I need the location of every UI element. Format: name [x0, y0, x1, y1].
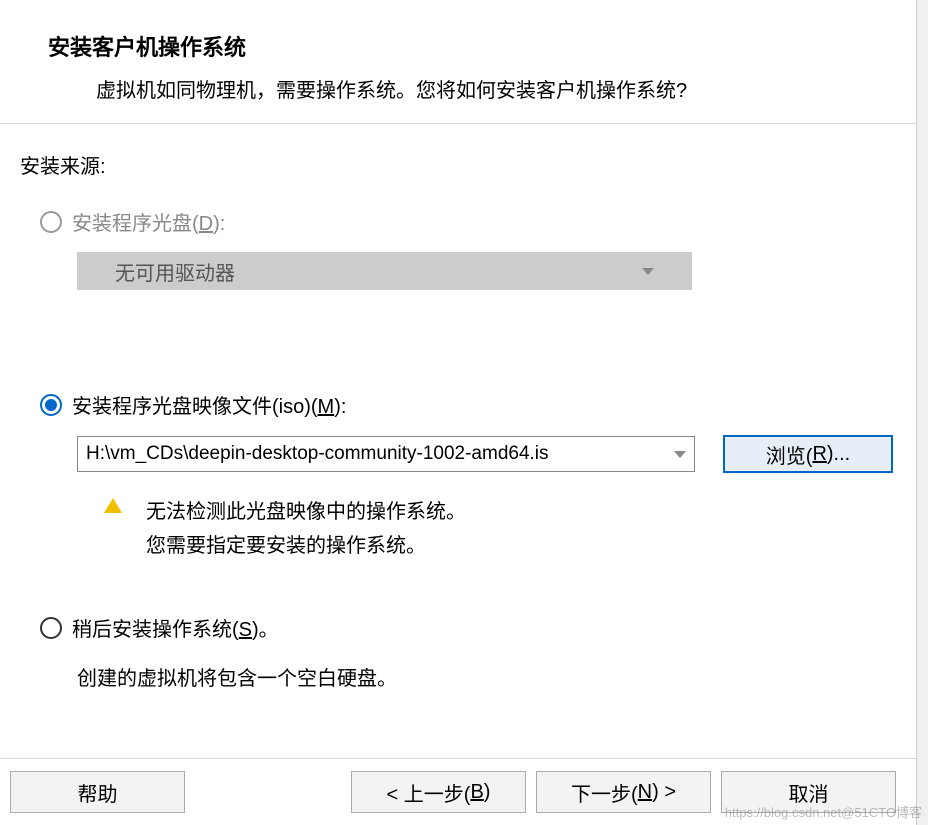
new-vm-wizard-dialog: 安装客户机操作系统 虚拟机如同物理机，需要操作系统。您将如何安装客户机操作系统?… [0, 0, 916, 825]
dialog-content: 安装来源: 安装程序光盘(D): 无可用驱动器 安装 [0, 124, 916, 691]
watermark: https://blog.csdn.net@51CTO博客 [725, 802, 922, 821]
header-description: 虚拟机如同物理机，需要操作系统。您将如何安装客户机操作系统? [96, 74, 868, 103]
radio-disc[interactable] [40, 211, 62, 233]
radio-later[interactable] [40, 617, 62, 639]
install-later-desc: 创建的虚拟机将包含一个空白硬盘。 [77, 662, 896, 691]
iso-warning-text: 无法检测此光盘映像中的操作系统。 您需要指定要安装的操作系统。 [146, 495, 466, 563]
install-source-label: 安装来源: [20, 150, 896, 179]
warning-icon [104, 498, 122, 513]
radio-row-later[interactable]: 稍后安装操作系统(S)。 [40, 613, 896, 642]
right-edge-scrollbar [916, 0, 928, 825]
radio-disc-label: 安装程序光盘(D): [72, 207, 225, 236]
dialog-header: 安装客户机操作系统 虚拟机如同物理机，需要操作系统。您将如何安装客户机操作系统? [0, 0, 916, 124]
option-iso-file: 安装程序光盘映像文件(iso)(M): H:\vm_CDs\deepin-des… [40, 390, 896, 563]
next-button[interactable]: 下一步(N) > [536, 771, 711, 813]
iso-warning: 无法检测此光盘映像中的操作系统。 您需要指定要安装的操作系统。 [104, 495, 896, 563]
browse-button[interactable]: 浏览(R)... [723, 435, 893, 473]
drive-select: 无可用驱动器 [77, 252, 692, 290]
radio-row-iso[interactable]: 安装程序光盘映像文件(iso)(M): [40, 390, 896, 419]
option-install-later: 稍后安装操作系统(S)。 创建的虚拟机将包含一个空白硬盘。 [40, 613, 896, 691]
chevron-down-icon[interactable] [674, 451, 686, 458]
radio-iso[interactable] [40, 394, 62, 416]
header-title: 安装客户机操作系统 [48, 30, 868, 62]
install-source-options: 安装程序光盘(D): 无可用驱动器 安装程序光盘映像文件(iso)(M): [40, 207, 896, 691]
back-button[interactable]: < 上一步(B) [351, 771, 526, 813]
iso-path-combobox[interactable]: H:\vm_CDs\deepin-desktop-community-1002-… [77, 436, 695, 472]
drive-select-text: 无可用驱动器 [115, 257, 235, 286]
radio-row-disc[interactable]: 安装程序光盘(D): [40, 207, 896, 236]
help-button[interactable]: 帮助 [10, 771, 185, 813]
iso-row: H:\vm_CDs\deepin-desktop-community-1002-… [77, 435, 896, 473]
radio-later-label: 稍后安装操作系统(S)。 [72, 613, 279, 642]
option-installer-disc: 安装程序光盘(D): 无可用驱动器 [40, 207, 896, 290]
radio-iso-label: 安装程序光盘映像文件(iso)(M): [72, 390, 346, 419]
iso-path-value: H:\vm_CDs\deepin-desktop-community-1002-… [86, 443, 549, 465]
chevron-down-icon [642, 268, 654, 275]
